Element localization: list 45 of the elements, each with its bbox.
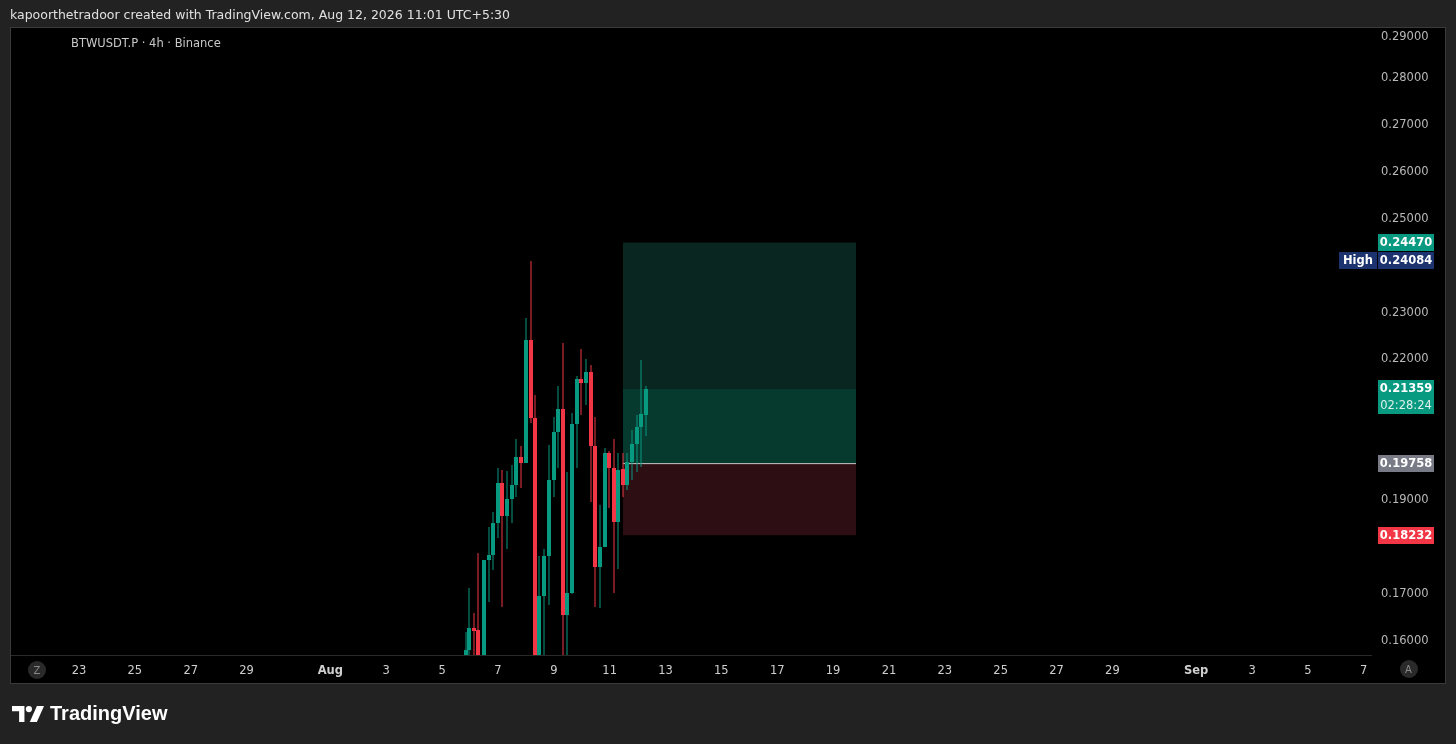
- time-tick: 3: [1248, 663, 1256, 677]
- time-tick: 25: [127, 663, 143, 677]
- time-tick: 27: [1049, 663, 1064, 677]
- time-tick: 9: [550, 663, 558, 677]
- price-tick: 0.29000: [1381, 28, 1429, 44]
- time-tick: 25: [993, 663, 1008, 677]
- time-tick: 11: [602, 663, 617, 677]
- header-text: kapoorthetradoor created with TradingView.com, Aug 12, 2026 11:01 UTC+5:30: [9, 6, 512, 24]
- time-tick: 29: [1105, 663, 1120, 677]
- price-tick: 0.26000: [1381, 162, 1429, 179]
- price-label: 0.18232: [1378, 526, 1434, 544]
- time-tick: 7: [1360, 663, 1368, 677]
- price-label: 0.24084: [1378, 252, 1434, 270]
- time-tick: 7: [494, 663, 502, 677]
- time-tick: Aug: [317, 663, 343, 677]
- price-tick: 0.25000: [1381, 209, 1429, 226]
- symbol-legend: BTWUSDT.P · 4h · Binance: [71, 36, 221, 50]
- time-tick: 19: [825, 663, 841, 677]
- price-tick: 0.28000: [1381, 68, 1429, 85]
- time-tick: 5: [438, 663, 446, 677]
- logo-text: TradingView: [50, 702, 168, 725]
- time-tick: 29: [239, 663, 254, 677]
- price-tick: 0.17000: [1381, 585, 1429, 602]
- logo-icon: [12, 704, 44, 723]
- price-tick: 0.27000: [1381, 115, 1429, 132]
- price-label: 0.21359 02:28:24: [1378, 380, 1434, 414]
- price-label: 0.24470: [1378, 234, 1434, 252]
- high-tag: High: [1339, 252, 1377, 270]
- time-tick: 17: [769, 663, 785, 677]
- time-tick: 15: [714, 663, 729, 677]
- auto-scale-button[interactable]: A: [1399, 660, 1418, 678]
- price-tick: 0.23000: [1381, 303, 1429, 320]
- time-tick: 23: [937, 663, 953, 677]
- time-tick: Sep: [1184, 663, 1209, 677]
- time-tick: 23: [71, 663, 87, 677]
- price-label: 0.19758: [1378, 455, 1434, 473]
- time-tick: 13: [658, 663, 673, 677]
- price-tick: 0.16000: [1381, 631, 1429, 648]
- time-tick: 3: [382, 663, 390, 677]
- zoom-button[interactable]: Z: [28, 661, 46, 679]
- price-tick: 0.19000: [1381, 491, 1429, 508]
- time-tick: 27: [183, 663, 199, 677]
- time-tick: 5: [1304, 663, 1312, 677]
- price-tick: 0.22000: [1381, 350, 1429, 367]
- time-tick: 21: [881, 663, 897, 677]
